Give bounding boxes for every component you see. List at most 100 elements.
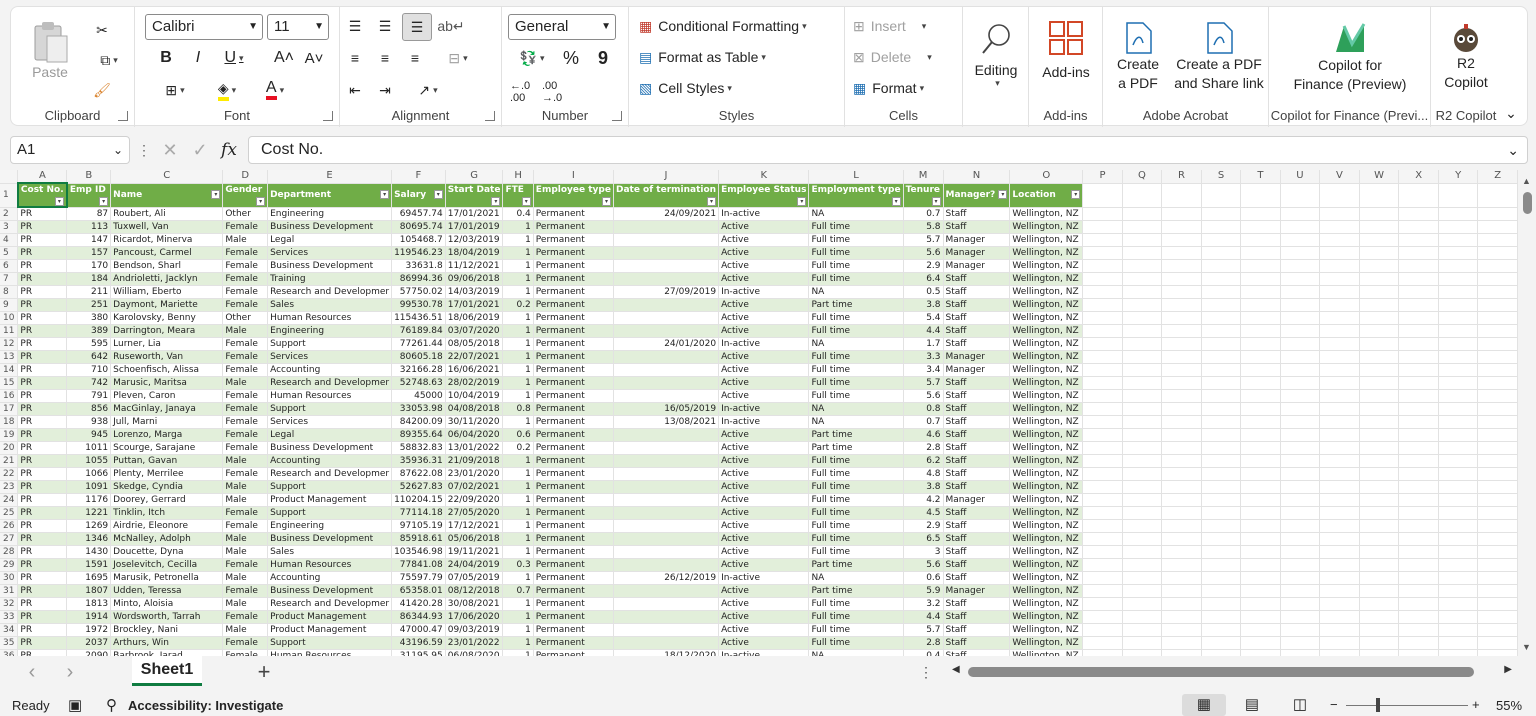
data-cell[interactable]: 1 bbox=[502, 376, 534, 390]
data-cell[interactable]: Permanent bbox=[533, 597, 614, 611]
data-cell[interactable] bbox=[613, 363, 720, 377]
data-cell[interactable]: Marusik, Petronella bbox=[110, 571, 224, 585]
data-cell[interactable]: Support bbox=[267, 480, 393, 494]
paste-button[interactable]: Paste bbox=[25, 15, 75, 85]
empty-cell[interactable] bbox=[1319, 363, 1360, 377]
data-cell[interactable]: Ricardot, Minerva bbox=[110, 233, 224, 247]
data-cell[interactable]: Staff bbox=[943, 298, 1011, 312]
empty-cell[interactable] bbox=[1240, 246, 1281, 260]
data-cell[interactable]: 1 bbox=[502, 220, 534, 234]
data-cell[interactable]: 47000.47 bbox=[391, 623, 446, 637]
scroll-down-icon[interactable]: ▼ bbox=[1522, 642, 1531, 652]
data-cell[interactable]: 26/12/2019 bbox=[613, 571, 720, 585]
data-cell[interactable]: 30/08/2021 bbox=[445, 597, 504, 611]
row-header[interactable]: 5 bbox=[0, 246, 19, 260]
scroll-right-icon[interactable]: ▶ bbox=[1504, 664, 1512, 675]
empty-cell[interactable] bbox=[1477, 246, 1518, 260]
data-cell[interactable]: Male bbox=[222, 454, 269, 468]
data-cell[interactable]: Full time bbox=[808, 376, 904, 390]
data-cell[interactable]: Full time bbox=[808, 519, 904, 533]
data-cell[interactable]: 4.4 bbox=[903, 610, 944, 624]
cut-button[interactable]: ✂ bbox=[91, 19, 113, 41]
empty-cell[interactable] bbox=[1319, 350, 1360, 364]
data-cell[interactable]: 0.6 bbox=[903, 571, 944, 585]
column-header[interactable]: S bbox=[1201, 170, 1242, 184]
data-cell[interactable]: Active bbox=[718, 259, 810, 273]
empty-cell[interactable] bbox=[1161, 623, 1202, 637]
empty-cell[interactable] bbox=[1161, 324, 1202, 338]
empty-cell[interactable] bbox=[1359, 467, 1400, 481]
empty-cell[interactable] bbox=[1201, 454, 1242, 468]
data-cell[interactable]: Wellington, NZ bbox=[1009, 376, 1084, 390]
data-cell[interactable]: 23/01/2020 bbox=[445, 467, 504, 481]
data-cell[interactable]: Staff bbox=[943, 506, 1011, 520]
empty-cell[interactable] bbox=[1477, 428, 1518, 442]
empty-cell[interactable] bbox=[1398, 285, 1439, 299]
data-cell[interactable] bbox=[613, 610, 720, 624]
empty-cell[interactable] bbox=[1082, 623, 1123, 637]
data-cell[interactable]: 45000 bbox=[391, 389, 446, 403]
empty-cell[interactable] bbox=[1319, 311, 1360, 325]
empty-cell[interactable] bbox=[1477, 506, 1518, 520]
data-cell[interactable]: Lurner, Lia bbox=[110, 337, 224, 351]
header-cell[interactable]: Cost No. ▾ bbox=[16, 182, 68, 208]
data-cell[interactable]: 87 bbox=[66, 207, 112, 221]
data-cell[interactable]: Permanent bbox=[533, 337, 614, 351]
row-header[interactable]: 25 bbox=[0, 506, 19, 520]
empty-cell[interactable] bbox=[1240, 415, 1281, 429]
empty-cell[interactable] bbox=[1359, 610, 1400, 624]
data-cell[interactable]: 1 bbox=[502, 506, 534, 520]
empty-cell[interactable] bbox=[1201, 350, 1242, 364]
empty-cell[interactable] bbox=[1240, 623, 1281, 637]
data-cell[interactable]: PR bbox=[17, 506, 68, 520]
data-cell[interactable]: Support bbox=[267, 402, 393, 416]
data-cell[interactable]: 0.2 bbox=[502, 298, 534, 312]
data-cell[interactable]: 1 bbox=[502, 571, 534, 585]
empty-cell[interactable] bbox=[1240, 311, 1281, 325]
data-cell[interactable]: Active bbox=[718, 428, 810, 442]
empty-cell[interactable] bbox=[1319, 207, 1360, 221]
header-cell[interactable]: Salary ▾ bbox=[391, 183, 446, 208]
data-cell[interactable]: Permanent bbox=[533, 428, 614, 442]
data-cell[interactable]: Active bbox=[718, 519, 810, 533]
empty-cell[interactable] bbox=[1438, 532, 1479, 546]
column-header[interactable]: W bbox=[1359, 170, 1400, 184]
data-cell[interactable]: 86994.36 bbox=[391, 272, 446, 286]
data-cell[interactable]: Accounting bbox=[267, 454, 393, 468]
data-cell[interactable]: PR bbox=[17, 376, 68, 390]
empty-cell[interactable] bbox=[1122, 571, 1163, 585]
decrease-indent-button[interactable]: ⇤ bbox=[342, 79, 368, 101]
column-header[interactable]: L bbox=[808, 170, 904, 184]
empty-cell[interactable] bbox=[1161, 259, 1202, 273]
empty-cell[interactable] bbox=[1398, 207, 1439, 221]
data-cell[interactable]: 0.5 bbox=[903, 285, 944, 299]
empty-cell[interactable] bbox=[1082, 207, 1123, 221]
empty-cell[interactable] bbox=[1359, 183, 1400, 208]
font-color-button[interactable]: A ▾ bbox=[255, 79, 295, 101]
data-cell[interactable]: 41420.28 bbox=[391, 597, 446, 611]
empty-cell[interactable] bbox=[1438, 233, 1479, 247]
data-cell[interactable]: 33631.8 bbox=[391, 259, 446, 273]
empty-cell[interactable] bbox=[1122, 363, 1163, 377]
data-cell[interactable]: Full time bbox=[808, 532, 904, 546]
data-cell[interactable]: Active bbox=[718, 636, 810, 650]
data-cell[interactable]: Wellington, NZ bbox=[1009, 480, 1084, 494]
empty-cell[interactable] bbox=[1240, 610, 1281, 624]
data-cell[interactable]: Wellington, NZ bbox=[1009, 467, 1084, 481]
empty-cell[interactable] bbox=[1082, 376, 1123, 390]
header-cell[interactable]: Location ▾ bbox=[1009, 183, 1084, 208]
empty-cell[interactable] bbox=[1438, 183, 1479, 208]
data-cell[interactable] bbox=[613, 350, 720, 364]
accessibility-status[interactable]: Accessibility: Investigate bbox=[128, 698, 283, 713]
empty-cell[interactable] bbox=[1319, 376, 1360, 390]
data-cell[interactable]: Andrioletti, Jacklyn bbox=[110, 272, 224, 286]
macro-recording-icon[interactable]: ▣ bbox=[68, 696, 82, 714]
column-header[interactable]: G bbox=[445, 170, 504, 184]
empty-cell[interactable] bbox=[1201, 311, 1242, 325]
data-cell[interactable]: 103546.98 bbox=[391, 545, 446, 559]
data-cell[interactable]: Staff bbox=[943, 285, 1011, 299]
data-cell[interactable]: 3.2 bbox=[903, 597, 944, 611]
data-cell[interactable]: Active bbox=[718, 298, 810, 312]
empty-cell[interactable] bbox=[1122, 415, 1163, 429]
data-cell[interactable]: 3 bbox=[903, 545, 944, 559]
